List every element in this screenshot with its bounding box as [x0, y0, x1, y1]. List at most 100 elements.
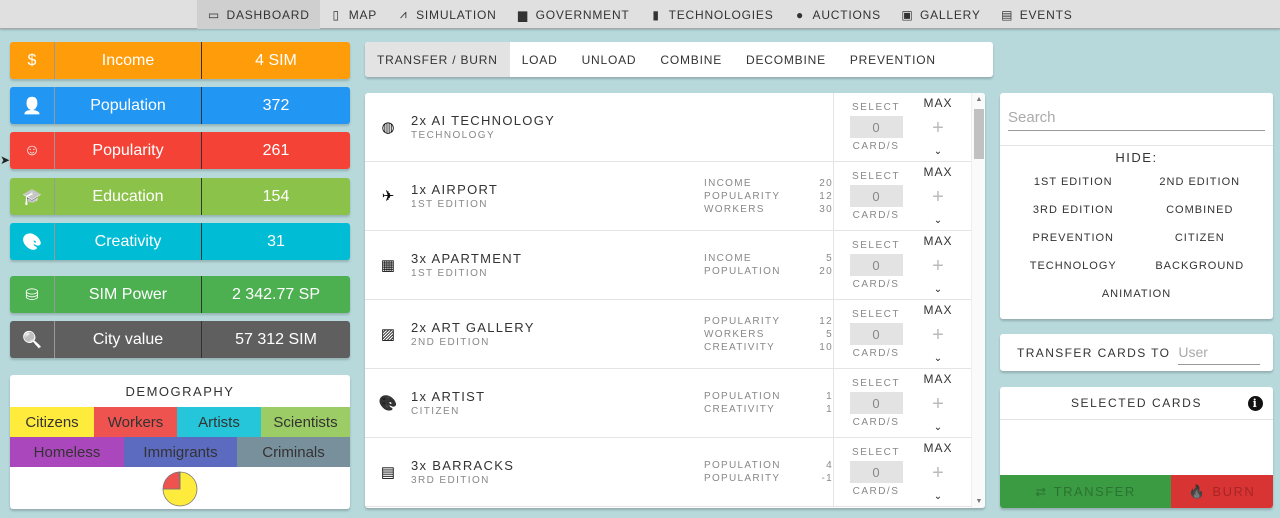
cards-label: CARD/S [852, 141, 900, 152]
tab-combine[interactable]: COMBINE [648, 42, 734, 77]
hide-option-3rd-edition[interactable]: 3RD EDITION [1010, 201, 1137, 219]
scroll-up-arrow-icon[interactable]: ▲ [972, 96, 985, 103]
burn-label: BURN [1212, 484, 1256, 499]
hide-option-1st-edition[interactable]: 1ST EDITION [1010, 173, 1137, 191]
hide-option-combined[interactable]: COMBINED [1137, 201, 1264, 219]
plus-icon[interactable]: + [932, 187, 944, 207]
select-group: SELECT CARD/S [834, 438, 918, 506]
max-button[interactable]: MAX [923, 96, 952, 110]
hide-options: 1ST EDITION 2ND EDITION 3RD EDITION COMBINE… [1010, 173, 1263, 303]
card-row: ▦ 3x APARTMENT 1ST EDITION INCOME 5 POPULATIO… [365, 231, 985, 300]
legend-scientists: Scientists [261, 407, 350, 437]
nav-technologies[interactable]: ▮ TECHNOLOGIES [640, 0, 784, 29]
stat-amount: 5 [826, 253, 833, 264]
legend-criminals: Criminals [237, 437, 350, 467]
select-quantity-input[interactable] [849, 254, 903, 276]
max-group: MAX + ⌄ [918, 162, 958, 230]
transfer-to-panel: TRANSFER CARDS TO [1000, 334, 1273, 371]
tab-load[interactable]: LOAD [510, 42, 570, 77]
nav-simulation[interactable]: ⩘ SIMULATION [387, 0, 506, 29]
scroll-down-arrow-icon[interactable]: ▼ [972, 498, 985, 505]
nav-map[interactable]: ▯ MAP [320, 0, 387, 29]
card-stat: POPULARITY -1 [704, 472, 833, 485]
card-text: 1x ARTIST CITIZEN [411, 369, 701, 437]
stat-value: 57 312 SIM [235, 330, 317, 348]
hide-option-2nd-edition[interactable]: 2ND EDITION [1137, 173, 1264, 191]
card-controls: SELECT CARD/S MAX + ⌄ [833, 369, 970, 437]
nav-gallery[interactable]: ▣ GALLERY [891, 0, 991, 29]
nav-auctions[interactable]: ● AUCTIONS [784, 0, 891, 29]
chevron-down-icon[interactable]: ⌄ [934, 491, 942, 502]
card-stat: INCOME 5 [704, 252, 833, 265]
stat-sim-power: ⛁ SIM Power 2 342.77 SP [10, 276, 350, 313]
select-label: SELECT [852, 447, 900, 458]
cards-label: CARD/S [852, 210, 900, 221]
nav-label: TECHNOLOGIES [668, 7, 774, 22]
nav-events[interactable]: ▤ EVENTS [991, 0, 1083, 29]
stat-amount: 10 [819, 341, 833, 353]
max-group: MAX + ⌄ [918, 93, 958, 161]
plus-icon[interactable]: + [932, 325, 944, 345]
card-text: 1x AIRPORT 1ST EDITION [411, 162, 701, 230]
select-quantity-input[interactable] [849, 185, 903, 207]
nav-label: SIMULATION [416, 7, 497, 22]
hide-option-technology[interactable]: TECHNOLOGY [1010, 257, 1137, 275]
tablet-icon: ▯ [332, 7, 340, 22]
hide-option-background[interactable]: BACKGROUND [1137, 257, 1264, 275]
burn-button[interactable]: 🔥 BURN [1171, 475, 1273, 508]
select-quantity-input[interactable] [849, 461, 903, 483]
hide-option-citizen[interactable]: CITIZEN [1137, 229, 1264, 247]
tab-unload[interactable]: UNLOAD [570, 42, 649, 77]
select-quantity-input[interactable] [849, 392, 903, 414]
card-text: 3x APARTMENT 1ST EDITION [411, 231, 701, 299]
coins-icon: ⛁ [10, 276, 55, 313]
chevron-down-icon[interactable]: ⌄ [934, 215, 942, 226]
scrollbar-thumb[interactable] [974, 109, 984, 159]
card-stats: POPULARITY 12 WORKERS 5 CREATIVITY 10 [701, 300, 833, 368]
cards-scrollbar[interactable]: ▲ ▼ [971, 93, 985, 508]
coin-icon: ● [796, 7, 805, 22]
tab-transfer-burn[interactable]: TRANSFER / BURN [365, 42, 510, 77]
plus-icon[interactable]: + [932, 118, 944, 138]
card-stats [701, 93, 833, 161]
transfer-icon: ⇄ [1035, 483, 1048, 499]
info-icon[interactable]: i [1248, 396, 1263, 411]
brain-icon: ◍ [381, 119, 395, 136]
max-button[interactable]: MAX [923, 234, 952, 248]
plus-icon[interactable]: + [932, 463, 944, 483]
search-input[interactable] [1008, 105, 1265, 131]
mouse-cursor-icon: ➤ [0, 153, 11, 167]
stat-name: POPULATION [704, 460, 781, 471]
hide-option-prevention[interactable]: PREVENTION [1010, 229, 1137, 247]
max-button[interactable]: MAX [923, 165, 952, 179]
max-button[interactable]: MAX [923, 303, 952, 317]
tab-prevention[interactable]: PREVENTION [838, 42, 948, 77]
max-button[interactable]: MAX [923, 441, 952, 455]
stat-label: City value [55, 321, 202, 358]
chevron-down-icon[interactable]: ⌄ [934, 422, 942, 433]
stat-name: POPULARITY [704, 190, 781, 202]
card-stats: INCOME 5 POPULATION 20 [701, 231, 833, 299]
hide-option-animation[interactable]: ANIMATION [1010, 285, 1263, 303]
plus-icon[interactable]: + [932, 256, 944, 276]
max-button[interactable]: MAX [923, 372, 952, 386]
stat-name: CREATIVITY [704, 404, 776, 415]
transfer-button[interactable]: ⇄ TRANSFER [1000, 475, 1171, 508]
nav-dashboard[interactable]: ▭ DASHBOARD [197, 0, 320, 29]
palette-icon: 🎨 [10, 223, 55, 260]
tab-decombine[interactable]: DECOMBINE [734, 42, 838, 77]
card-subtitle: TECHNOLOGY [411, 130, 496, 141]
card-stat: CREATIVITY 10 [704, 341, 833, 354]
select-quantity-input[interactable] [849, 116, 903, 138]
chevron-down-icon[interactable]: ⌄ [934, 284, 942, 295]
selected-cards-body [1000, 420, 1273, 475]
nav-government[interactable]: ▆ GOVERNMENT [507, 0, 640, 29]
plus-icon[interactable]: + [932, 394, 944, 414]
chevron-down-icon[interactable]: ⌄ [934, 146, 942, 157]
stat-income: $ Income 4 SIM [10, 42, 350, 79]
select-quantity-input[interactable] [849, 323, 903, 345]
card-stat: WORKERS 5 [704, 328, 833, 341]
chevron-down-icon[interactable]: ⌄ [934, 353, 942, 364]
user-input[interactable] [1178, 340, 1261, 365]
select-label: SELECT [852, 171, 900, 182]
